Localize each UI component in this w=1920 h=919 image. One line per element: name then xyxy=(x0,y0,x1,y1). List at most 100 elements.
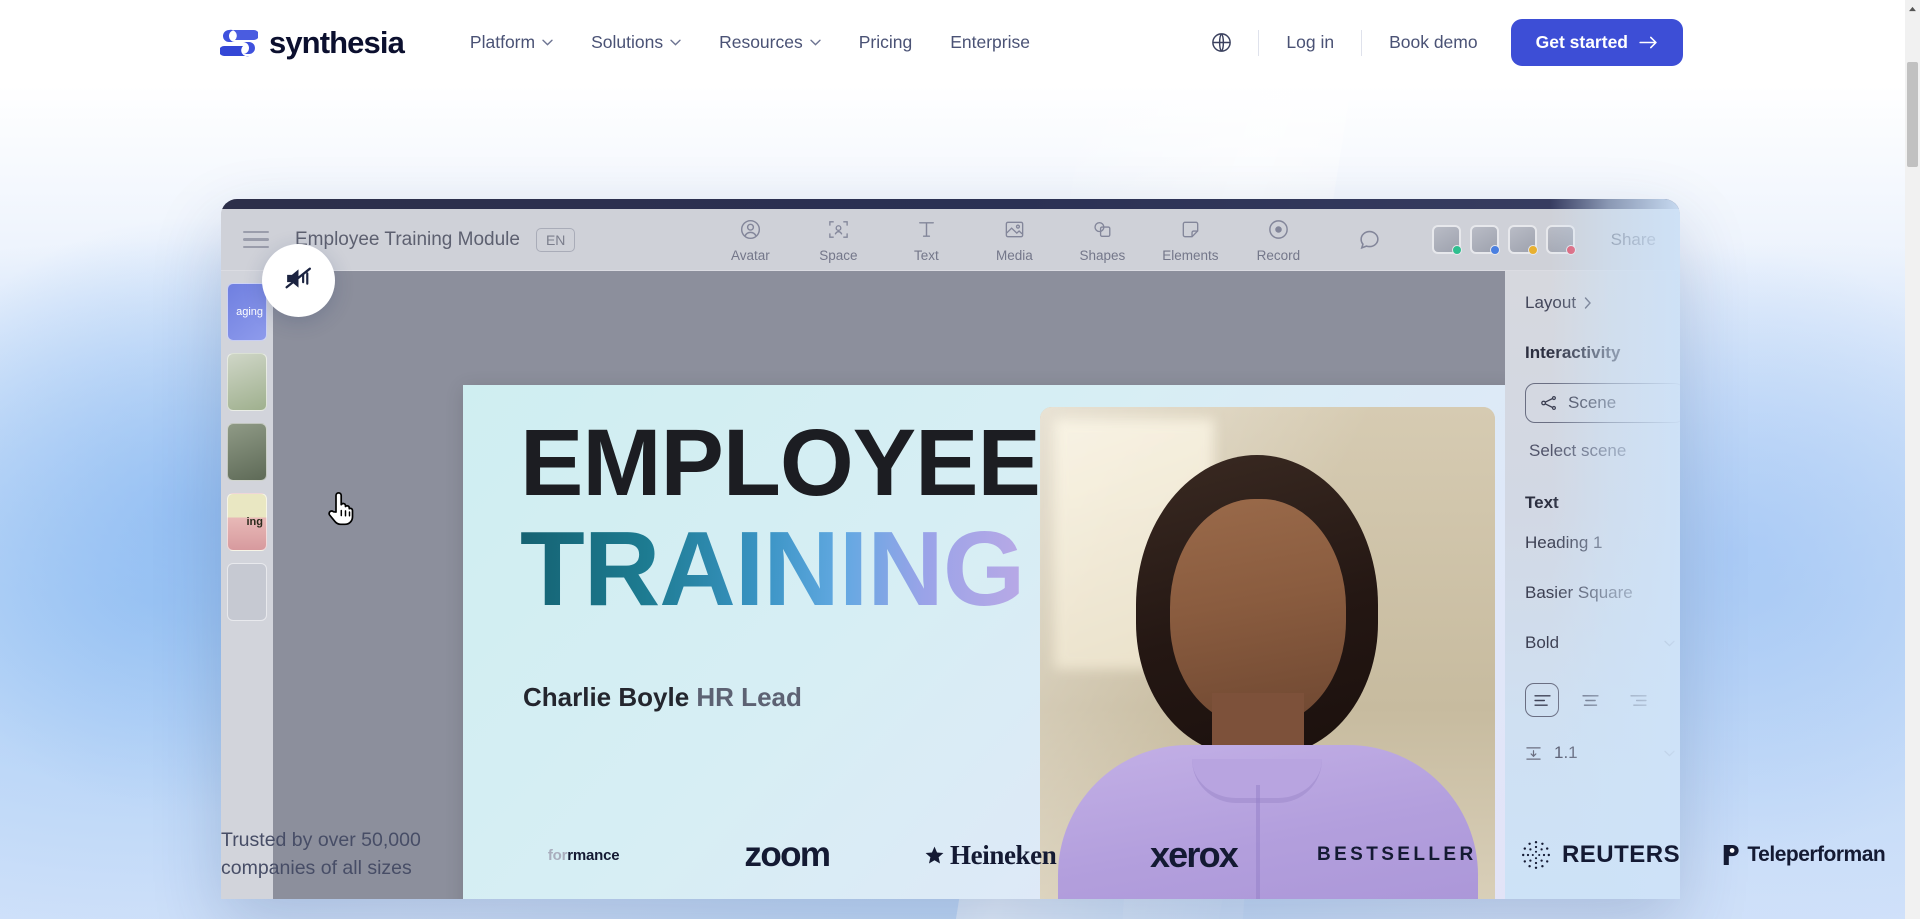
chevron-down-icon xyxy=(670,39,681,46)
align-left-icon[interactable] xyxy=(1525,683,1559,717)
editor-header: Employee Training Module EN Avatar Space… xyxy=(221,209,1680,271)
comment-bubble-icon[interactable] xyxy=(1357,227,1382,252)
avatar[interactable] xyxy=(1469,225,1500,255)
tool-space[interactable]: Space xyxy=(813,216,863,263)
avatar[interactable] xyxy=(1545,225,1576,255)
tool-record[interactable]: Record xyxy=(1253,216,1303,263)
media-image-icon xyxy=(1003,216,1026,242)
tool-media[interactable]: Media xyxy=(989,216,1039,263)
nav-item-resources[interactable]: Resources xyxy=(700,22,840,63)
tool-media-label: Media xyxy=(996,248,1033,263)
status-dot xyxy=(1489,245,1500,255)
slide-title-line-2: TRAINING xyxy=(520,510,1025,628)
elements-sticker-icon xyxy=(1179,216,1202,242)
text-t-icon xyxy=(915,216,938,242)
tool-avatar[interactable]: Avatar xyxy=(725,216,775,263)
scene-thumbnail[interactable] xyxy=(227,563,267,621)
font-family-dropdown[interactable]: Basier Square xyxy=(1525,583,1675,603)
nav-item-pricing-label: Pricing xyxy=(858,32,913,52)
slide-byline: Charlie Boyle HR Lead xyxy=(523,682,802,713)
nav-item-enterprise[interactable]: Enterprise xyxy=(931,22,1049,63)
reuters-dots-icon xyxy=(1521,841,1550,869)
logo-teleperformance-partial: for rmance xyxy=(482,830,685,880)
nav-item-enterprise-label: Enterprise xyxy=(950,32,1030,52)
tool-shapes[interactable]: Shapes xyxy=(1077,216,1127,263)
logo-xerox: xerox xyxy=(1149,834,1239,875)
tool-elements-label: Elements xyxy=(1162,248,1219,263)
avatar[interactable] xyxy=(1507,225,1538,255)
chevron-down-icon xyxy=(810,39,821,46)
text-style-dropdown[interactable]: Heading 1 xyxy=(1525,533,1675,553)
interactivity-label: Interactivity xyxy=(1525,343,1621,362)
get-started-button[interactable]: Get started xyxy=(1510,19,1683,66)
hamburger-menu-icon[interactable] xyxy=(243,226,269,253)
top-navigation-bar: synthesia Platform Solutions Resources P… xyxy=(0,0,1905,85)
collaborator-avatars xyxy=(1431,225,1576,255)
tool-elements[interactable]: Elements xyxy=(1162,216,1219,263)
scene-thumbnail[interactable] xyxy=(227,353,267,411)
text-style-value: Heading 1 xyxy=(1525,533,1603,552)
scene-thumbnail[interactable] xyxy=(227,423,267,481)
avatar[interactable] xyxy=(1431,225,1462,255)
book-demo-button[interactable]: Book demo xyxy=(1372,23,1495,62)
scene-thumbnail[interactable]: ing xyxy=(227,493,267,551)
trusted-by-line-2: companies of all sizes xyxy=(221,857,412,879)
status-dot xyxy=(1527,245,1538,255)
synthesia-wordmark: synthesia xyxy=(269,24,405,60)
slide-byline-role: HR Lead xyxy=(696,682,802,712)
space-frame-icon xyxy=(827,216,850,242)
logo-heineken: Heineken xyxy=(889,830,1092,880)
trusted-by-line-1: Trusted by over 50,000 xyxy=(221,829,421,852)
tool-avatar-label: Avatar xyxy=(731,248,770,263)
line-height-control[interactable]: 1.1 xyxy=(1525,743,1675,763)
status-dot xyxy=(1451,245,1462,255)
login-button[interactable]: Log in xyxy=(1269,23,1351,62)
project-title: Employee Training Module xyxy=(295,228,520,250)
get-started-label: Get started xyxy=(1535,32,1628,52)
text-align-group xyxy=(1525,683,1680,717)
arrow-right-icon xyxy=(1639,36,1657,49)
scene-thumbnail[interactable]: aging xyxy=(227,283,267,341)
align-center-icon[interactable] xyxy=(1573,683,1607,717)
mute-toggle-button[interactable] xyxy=(262,244,335,317)
layout-section-toggle[interactable]: Layout xyxy=(1525,293,1680,313)
tool-text[interactable]: Text xyxy=(901,216,951,263)
globe-icon[interactable] xyxy=(1204,26,1238,60)
synthesia-logo[interactable]: synthesia xyxy=(219,24,405,61)
slide-byline-name: Charlie Boyle xyxy=(523,682,690,712)
nav-item-solutions[interactable]: Solutions xyxy=(572,22,700,63)
page-frame: synthesia Platform Solutions Resources P… xyxy=(0,0,1905,919)
nav-divider xyxy=(1258,29,1260,56)
tool-record-label: Record xyxy=(1256,248,1301,263)
logo-zoom: zoom xyxy=(744,835,831,874)
editor-title-bar xyxy=(221,199,1680,209)
share-button[interactable]: Share xyxy=(1611,230,1656,250)
language-badge[interactable]: EN xyxy=(535,227,576,252)
customer-logo-strip: for rmance zoom Heineken xerox BESTSELLER xyxy=(482,830,1905,880)
scene-thumbnail-label: aging xyxy=(236,306,263,318)
align-right-icon[interactable] xyxy=(1621,683,1655,717)
scene-interaction-button[interactable]: Scene xyxy=(1525,383,1680,423)
font-weight-dropdown[interactable]: Bold xyxy=(1525,633,1675,653)
layout-label: Layout xyxy=(1525,293,1577,312)
shapes-icon xyxy=(1091,216,1114,242)
hero-section: Employee Training Module EN Avatar Space… xyxy=(0,85,1905,919)
chevron-down-icon xyxy=(542,39,553,46)
teleperformance-mark-icon xyxy=(1724,845,1740,865)
select-scene-dropdown[interactable]: Select scene xyxy=(1525,441,1680,461)
nav-right-actions: Log in Book demo Get started xyxy=(1204,19,1683,66)
scroll-up-arrow-icon[interactable] xyxy=(1905,0,1920,17)
avatar-face xyxy=(1170,499,1346,725)
chevron-down-icon xyxy=(1664,750,1675,756)
font-weight-value: Bold xyxy=(1525,633,1560,652)
star-icon xyxy=(925,846,944,864)
nav-item-platform-label: Platform xyxy=(469,32,536,52)
browser-scrollbar[interactable] xyxy=(1905,0,1920,919)
nav-item-platform[interactable]: Platform xyxy=(451,22,572,63)
logo-heineken-text: Heineken xyxy=(950,839,1057,870)
scrollbar-thumb[interactable] xyxy=(1907,62,1918,167)
logo-teleperformance: Teleperforman xyxy=(1702,830,1905,880)
trusted-by-text: Trusted by over 50,000 companies of all … xyxy=(221,827,456,882)
logo-reuters: REUTERS xyxy=(1498,830,1701,880)
nav-item-pricing[interactable]: Pricing xyxy=(840,22,932,63)
